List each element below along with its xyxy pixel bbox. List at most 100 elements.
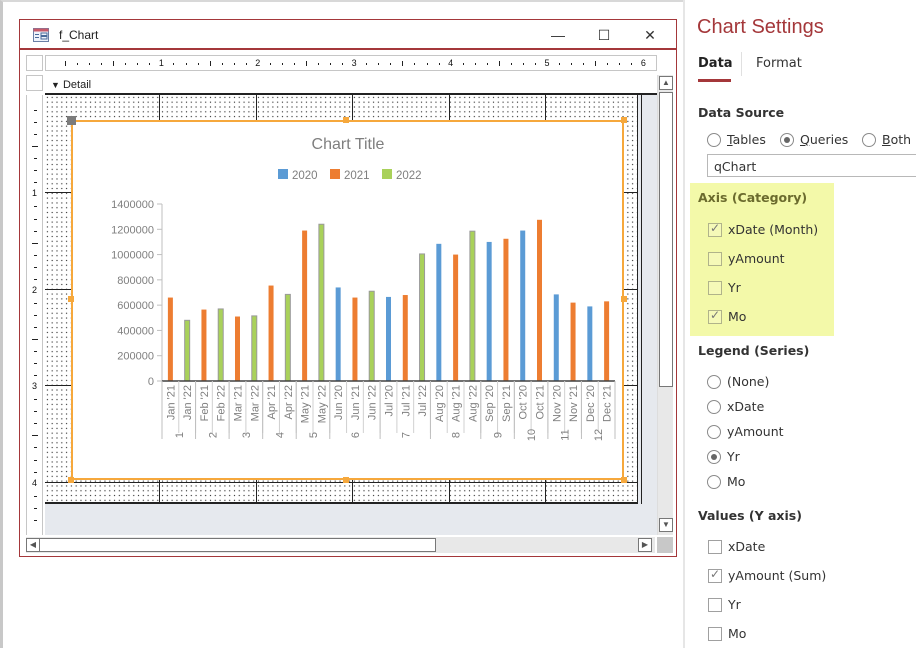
ruler-tick [34,230,37,232]
minimize-button[interactable]: — [541,24,575,46]
maximize-button[interactable]: ☐ [587,24,621,46]
axis-check-yamount[interactable]: yAmount [708,251,785,266]
legend-radio-mo[interactable]: Mo [707,474,745,489]
resize-handle-right[interactable] [621,296,627,302]
checkbox-icon [708,251,722,266]
values-check-xdate[interactable]: xDate [708,539,765,554]
scroll-down-icon[interactable]: ▼ [659,518,673,532]
x-tick-label: Sep '20 [484,385,496,422]
y-axis: 0 200000 400000 600000 800000 1000000 1200000 1… [111,199,163,388]
values-check-yr[interactable]: Yr [708,597,741,612]
x-tick-label: May '22 [316,385,328,423]
ruler-tick [306,61,307,66]
detail-section-bar[interactable]: ▼ Detail [45,75,657,95]
bar-2020 [486,241,492,381]
ruler-tick [378,63,380,65]
vertical-scroll-thumb[interactable] [659,92,673,387]
resize-handle-left[interactable] [68,296,74,302]
radio-tables[interactable]: Tables [707,132,766,147]
form-selector[interactable] [26,55,43,71]
bar-2020 [553,294,559,381]
ruler-tick [34,206,37,208]
y-tick-label: 200000 [117,351,154,363]
legend-series-heading: Legend (Series) [698,343,810,358]
radio-queries[interactable]: Queries [780,132,848,147]
x-tick-label: Aug '21 [451,385,463,422]
ruler-tick [34,254,37,256]
legend-radio-none[interactable]: (None) [707,374,769,389]
scroll-left-icon[interactable]: ◀ [26,538,40,552]
ruler-tick [498,61,500,66]
horizontal-scroll-thumb[interactable] [39,538,436,552]
vertical-ruler[interactable]: 1 2 3 4 [26,95,43,535]
legend-radio-xdate[interactable]: xDate [707,399,764,414]
x-tick-label: Mar '21 [233,385,245,421]
y-tick-label: 1200000 [111,224,154,236]
axis-check-yr[interactable]: Yr [708,280,741,295]
ruler-number: 3 [32,381,38,392]
resize-handle-top[interactable] [343,117,349,123]
chart-legend: 2020 2021 2022 [278,169,422,182]
ruler-tick [402,61,404,66]
ruler-tick [245,63,247,65]
x-tick-label: Sep '21 [501,385,513,422]
axis-check-xdate-month[interactable]: xDate (Month) [708,221,818,237]
legend-radio-yr[interactable]: Yr [707,449,740,464]
x-tick-label: Apr '22 [283,385,295,420]
ruler-tick [583,63,585,65]
ruler-tick [173,63,175,65]
radio-both[interactable]: Both [862,132,911,147]
axis-check-mo[interactable]: Mo [708,308,746,324]
ruler-tick [414,63,416,65]
resize-handle-bottom-right[interactable] [621,477,627,483]
ruler-tick [34,218,37,220]
vertical-scrollbar[interactable]: ▲ ▼ [657,75,673,535]
ruler-tick [330,63,332,65]
legend-label-2022: 2022 [396,170,422,182]
ruler-tick [137,63,139,65]
ruler-tick [34,411,37,413]
legend-radio-yamount[interactable]: yAmount [707,424,784,439]
ruler-tick [595,61,597,66]
bar-2020 [587,306,593,381]
horizontal-ruler[interactable]: 1 2 3 4 5 6 [45,55,657,71]
x-group-label: 5 [308,432,320,438]
close-button[interactable]: ✕ [633,24,667,46]
x-tick-label: Mar '22 [249,385,261,421]
ruler-number: 3 [351,58,357,68]
resize-handle-top-right[interactable] [621,117,627,123]
tab-data[interactable]: Data [698,56,733,71]
x-group-label: 4 [274,432,286,438]
move-handle[interactable] [67,116,76,125]
ruler-tick [34,170,37,172]
ruler-tick [89,63,91,65]
y-tick-label: 1400000 [111,199,154,211]
section-selector[interactable] [26,75,43,91]
ruler-tick [390,63,392,65]
scroll-right-icon[interactable]: ▶ [638,538,652,552]
values-check-yamount-sum[interactable]: yAmount (Sum) [708,567,826,583]
x-tick-label: Jun '20 [333,385,345,420]
x-tick-label: Jan '22 [182,385,194,420]
data-source-select[interactable]: qChart [707,154,916,177]
tab-format[interactable]: Format [756,56,802,71]
scroll-up-icon[interactable]: ▲ [659,76,673,90]
x-group-label: 6 [350,432,362,438]
ruler-number: 1 [158,58,164,68]
form-titlebar[interactable]: f_Chart — ☐ ✕ [20,20,676,50]
screen: f_Chart — ☐ ✕ 123456 ▼ Detail 1234 ▲ ▼ ◀… [0,0,916,648]
horizontal-scrollbar[interactable]: ◀ ▶ [26,537,655,553]
x-group-label: 7 [400,432,412,438]
ruler-tick [34,110,37,112]
data-source-heading: Data Source [698,105,785,120]
chart-control[interactable]: Chart Title 2020 2021 2022 0 200000 400000 60… [71,120,624,480]
resize-handle-bottom-left[interactable] [68,477,74,483]
resize-handle-bottom[interactable] [343,477,349,483]
ruler-tick [221,63,223,65]
bar-2022 [217,308,224,382]
ruler-tick [32,339,38,340]
values-check-mo[interactable]: Mo [708,626,746,641]
ruler-tick [34,507,37,509]
bars [167,219,610,382]
legend-swatch-2022 [382,169,392,179]
